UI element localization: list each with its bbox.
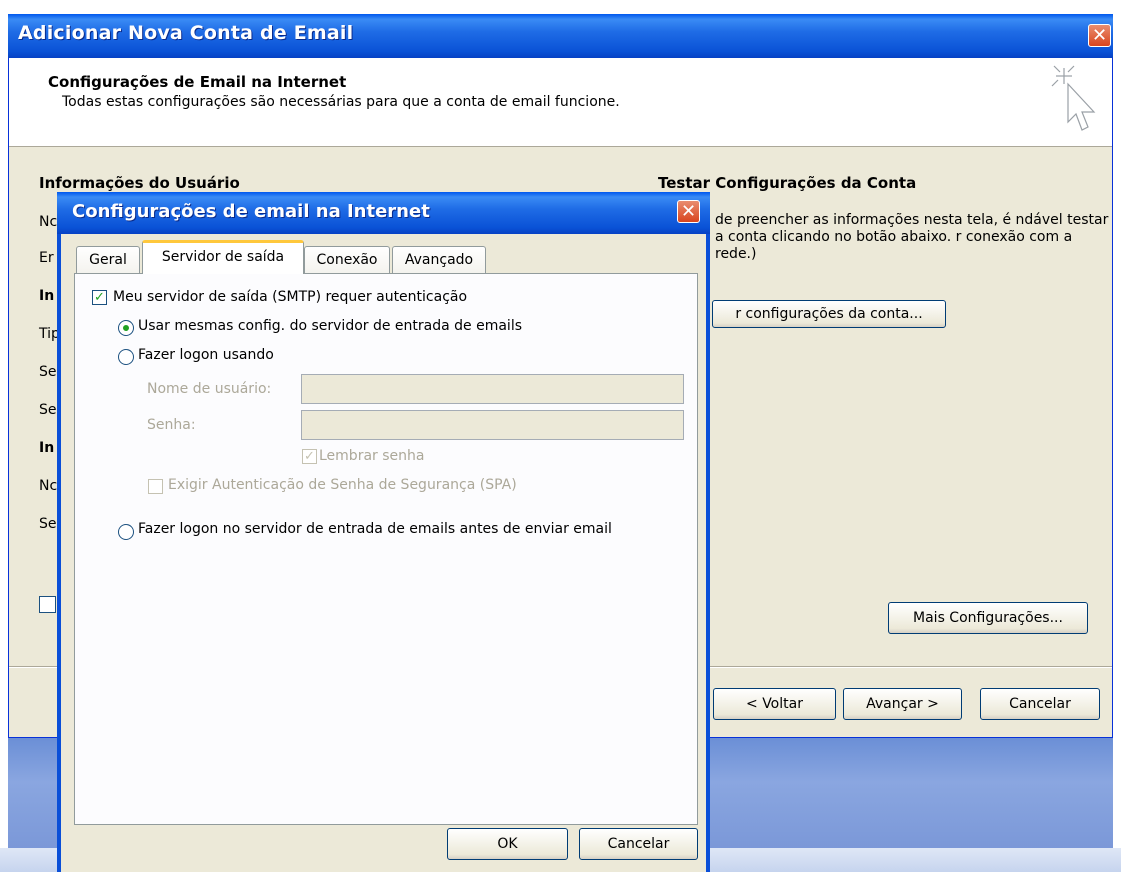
wizard-header-title: Configurações de Email na Internet (48, 73, 347, 91)
username-label: Nome de usuário: (147, 381, 272, 397)
remember-password-checkbox-partial[interactable] (39, 596, 56, 613)
remember-password-label: Lembrar senha (319, 448, 425, 464)
logon-using-label: Fazer logon usando (138, 347, 274, 363)
user-label-partial: Nc (39, 214, 58, 230)
dialog-title: Configurações de email na Internet (72, 201, 430, 222)
next-button[interactable]: Avançar > (843, 688, 962, 720)
smtp-auth-checkbox[interactable]: ✓ (92, 290, 107, 305)
tab-outgoing-server[interactable]: Servidor de saída (142, 240, 304, 274)
same-settings-label: Usar mesmas config. do servidor de entra… (138, 318, 523, 334)
user-label-partial: Er (39, 250, 54, 266)
more-settings-button[interactable]: Mais Configurações... (888, 602, 1088, 634)
username-input[interactable] (301, 374, 684, 404)
tab-advanced[interactable]: Avançado (392, 246, 486, 273)
section-label-partial: In (39, 288, 55, 304)
checkmark-icon: ✓ (94, 290, 105, 305)
wizard-title: Adicionar Nova Conta de Email (18, 22, 354, 44)
password-input[interactable] (301, 410, 684, 440)
wizard-close-button[interactable]: ✕ (1088, 24, 1111, 47)
close-icon: ✕ (680, 201, 697, 222)
cursor-sparkle-icon (1051, 65, 1096, 131)
tab-general[interactable]: Geral (76, 246, 140, 273)
logon-label-partial: Nc (39, 478, 58, 494)
dialog-cancel-button[interactable]: Cancelar (579, 828, 698, 860)
test-settings-section-title: Testar Configurações da Conta (658, 174, 917, 192)
logon-using-radio[interactable] (118, 349, 134, 365)
test-settings-description: de preencher as informações nesta tela, … (715, 212, 1109, 262)
close-icon: ✕ (1091, 25, 1108, 46)
require-spa-label: Exigir Autenticação de Senha de Seguranç… (168, 477, 517, 493)
dialog-close-button[interactable]: ✕ (677, 200, 700, 223)
section-label-partial: In (39, 440, 55, 456)
smtp-auth-label: Meu servidor de saída (SMTP) requer aute… (113, 289, 468, 305)
require-spa-checkbox[interactable] (148, 479, 163, 494)
wizard-header-subtitle: Todas estas configurações são necessária… (62, 94, 620, 110)
server-label-partial: Se (39, 402, 57, 418)
back-button[interactable]: < Voltar (713, 688, 836, 720)
password-label: Senha: (147, 417, 196, 433)
logon-label-partial: Se (39, 516, 57, 532)
server-label-partial: Se (39, 364, 57, 380)
remember-password-checkbox[interactable]: ✓ (302, 449, 317, 464)
logon-before-send-label: Fazer logon no servidor de entrada de em… (138, 521, 612, 537)
wizard-cancel-button[interactable]: Cancelar (980, 688, 1100, 720)
tab-connection[interactable]: Conexão (304, 246, 390, 273)
logon-before-send-radio[interactable] (118, 524, 134, 540)
test-account-settings-button[interactable]: r configurações da conta... (712, 300, 946, 328)
checkmark-icon: ✓ (304, 449, 315, 464)
ok-button[interactable]: OK (447, 828, 568, 860)
user-info-section-title: Informações do Usuário (39, 174, 240, 192)
same-settings-radio[interactable] (118, 320, 134, 336)
